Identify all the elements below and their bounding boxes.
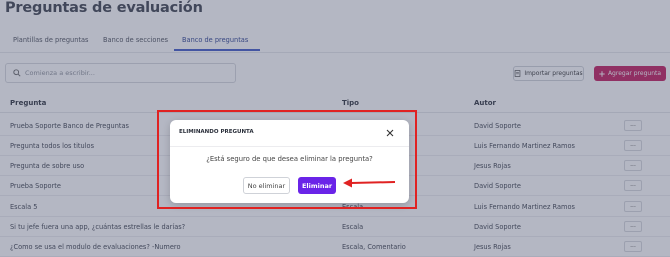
annotation-highlight-box xyxy=(157,110,417,209)
arrow-left-icon xyxy=(343,178,396,188)
